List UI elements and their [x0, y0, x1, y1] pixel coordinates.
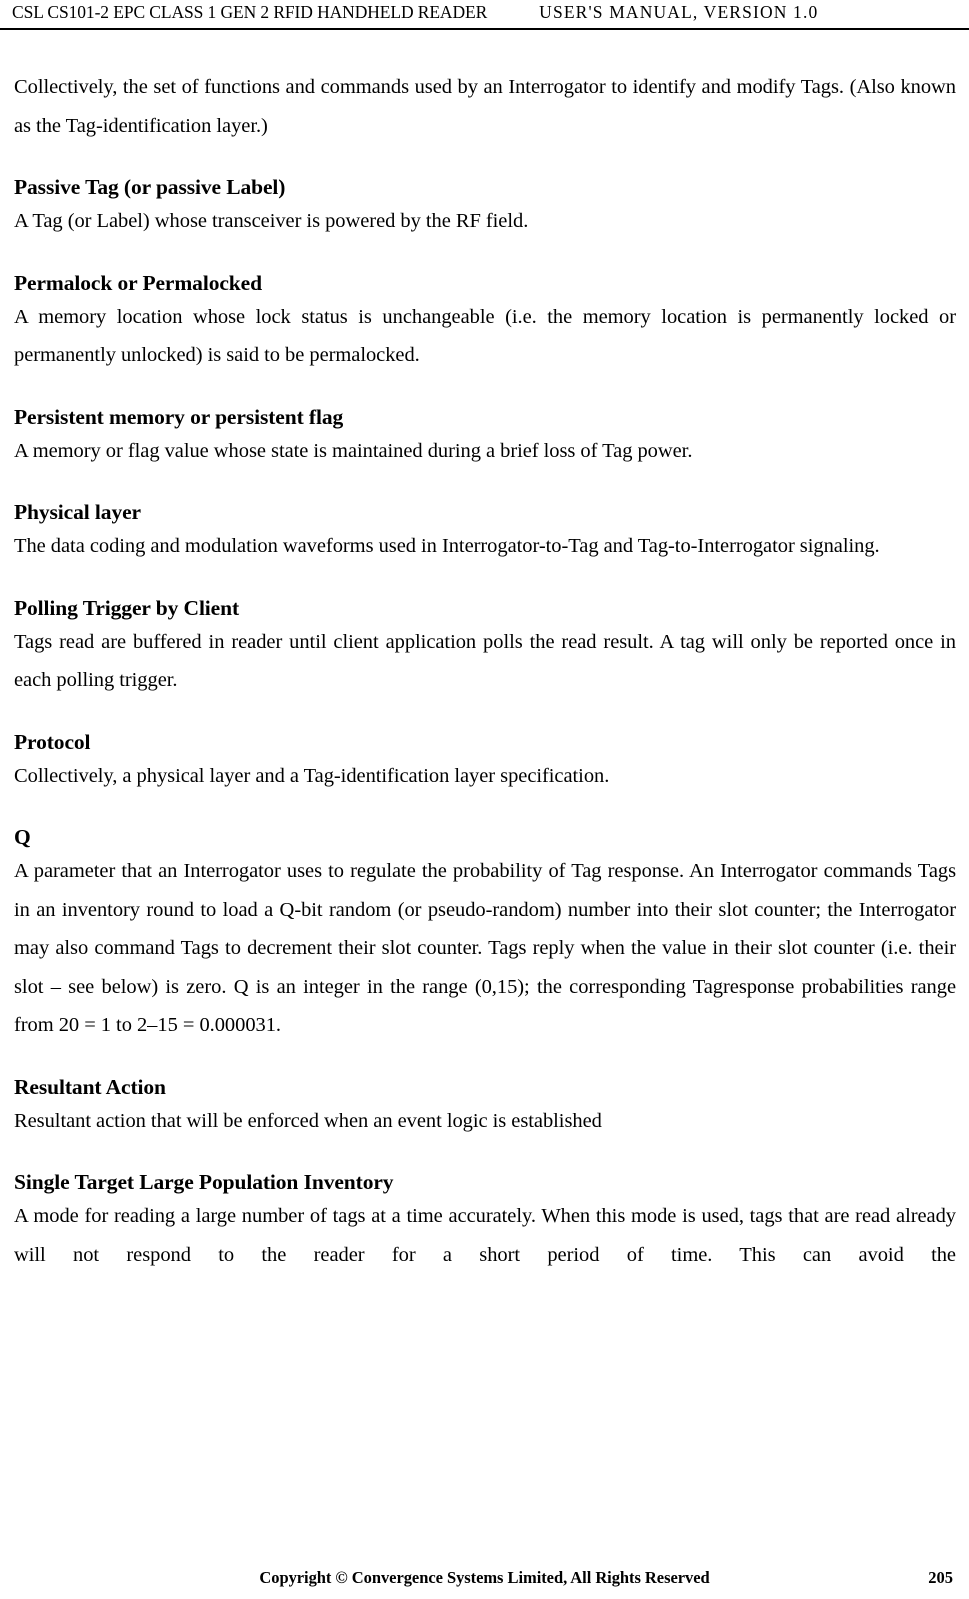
page-footer: Copyright © Convergence Systems Limited,… — [0, 1559, 969, 1599]
glossary-term-polling-trigger: Polling Trigger by Client — [14, 595, 240, 620]
glossary-definition-q: A parameter that an Interrogator uses to… — [14, 860, 956, 1036]
glossary-definition-persistent-memory: A memory or flag value whose state is ma… — [14, 439, 693, 462]
glossary-definition-resultant-action: Resultant action that will be enforced w… — [14, 1109, 602, 1132]
glossary-definition-protocol: Collectively, a physical layer and a Tag… — [14, 764, 610, 787]
glossary-term-q: Q — [14, 825, 31, 849]
glossary-term-single-target-inventory: Single Target Large Population Inventory — [14, 1170, 394, 1194]
document-page: CSL CS101-2 EPC CLASS 1 GEN 2 RFID HANDH… — [0, 0, 969, 1599]
glossary-definition-single-target-inventory: A mode for reading a large number of tag… — [14, 1205, 956, 1266]
page-content: Collectively, the set of functions and c… — [14, 30, 956, 1274]
glossary-term-passive-tag: Passive Tag (or passive Label) — [14, 175, 286, 199]
glossary-term-persistent-memory: Persistent memory or persistent flag — [14, 404, 344, 429]
top-spacer — [14, 30, 956, 68]
glossary-term-resultant-action: Resultant Action — [14, 1074, 166, 1099]
glossary-definition-physical-layer: The data coding and modulation waveforms… — [14, 535, 880, 557]
glossary-term-permalock: Permalock or Permalocked — [14, 270, 262, 295]
glossary-term-physical-layer: Physical layer — [14, 500, 141, 524]
header-manual-version: USER'S MANUAL, VERSION 1.0 — [539, 2, 819, 22]
footer-page-number: 205 — [928, 1568, 953, 1587]
glossary-definition-passive-tag: A Tag (or Label) whose transceiver is po… — [14, 210, 529, 232]
header-product-title: CSL CS101-2 EPC CLASS 1 GEN 2 RFID HANDH… — [12, 2, 488, 22]
footer-copyright: Copyright © Convergence Systems Limited,… — [259, 1568, 710, 1587]
intro-paragraph: Collectively, the set of functions and c… — [14, 76, 956, 137]
page-header: CSL CS101-2 EPC CLASS 1 GEN 2 RFID HANDH… — [0, 0, 969, 30]
glossary-definition-polling-trigger: Tags read are buffered in reader until c… — [14, 630, 956, 692]
glossary-term-protocol: Protocol — [14, 729, 91, 754]
glossary-definition-permalock: A memory location whose lock status is u… — [14, 305, 956, 367]
